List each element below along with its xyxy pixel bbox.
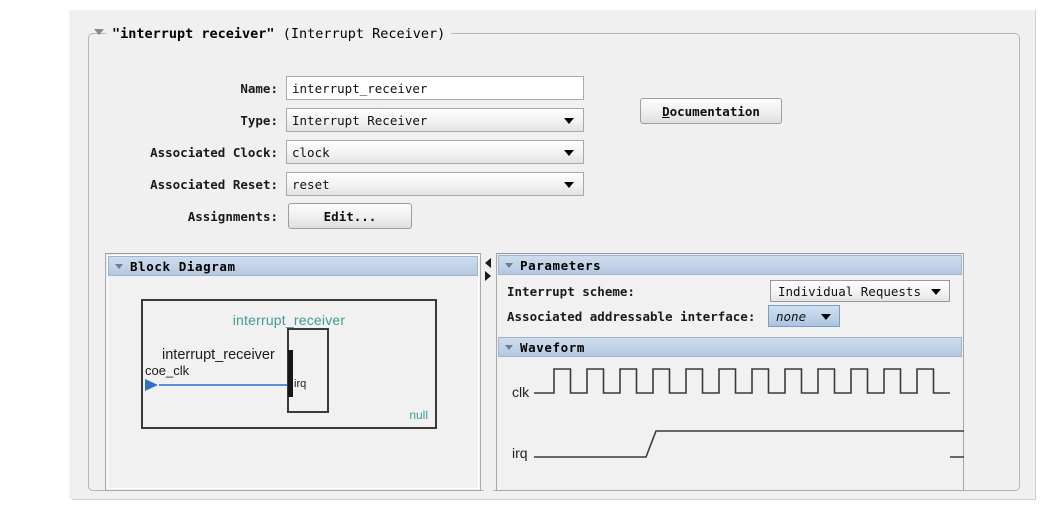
- properties-form: Name: interrupt_receiver Type: Interrupt…: [72, 72, 1035, 232]
- triangle-down-icon: [115, 263, 123, 269]
- interrupt-scheme-value: Individual Requests: [778, 283, 921, 299]
- block-diagram-wire: [159, 384, 289, 386]
- parameter-row-addressable-interface: Associated addressable interface: none: [498, 304, 962, 329]
- chevron-down-icon: [564, 182, 574, 188]
- waveform-trace-irq: [534, 430, 964, 458]
- chevron-down-icon: [821, 314, 831, 320]
- pane-splitter[interactable]: [484, 253, 493, 491]
- block-diagram-module-box: interrupt_receiver interrupt_receiver co…: [141, 299, 437, 429]
- name-input[interactable]: interrupt_receiver: [286, 76, 584, 100]
- waveform-header-label: Waveform: [520, 339, 586, 355]
- waveform-traces: [534, 368, 964, 458]
- triangle-down-icon: [505, 344, 513, 350]
- parameters-header-label: Parameters: [520, 257, 602, 273]
- form-row-type: Type: Interrupt Receiver: [72, 104, 1035, 136]
- block-diagram-port-edge: [288, 350, 293, 397]
- block-diagram-pane-inner: Block Diagram interrupt_receiver interru…: [107, 255, 479, 489]
- associated-reset-dropdown[interactable]: reset: [286, 172, 584, 196]
- chevron-down-icon: [564, 150, 574, 156]
- page-title: "interrupt receiver" (Interrupt Receiver…: [106, 24, 452, 44]
- block-diagram-input-arrow-icon: [145, 379, 158, 391]
- block-diagram-section-header[interactable]: Block Diagram: [108, 256, 478, 276]
- addressable-interface-dropdown[interactable]: none: [768, 305, 840, 327]
- name-label: Name:: [240, 80, 278, 96]
- component-editor-panel: "interrupt receiver" (Interrupt Receiver…: [68, 10, 1036, 501]
- splitter-collapse-right-icon[interactable]: [485, 271, 491, 281]
- parameters-waveform-pane: Parameters Interrupt scheme: Individual …: [496, 253, 964, 491]
- group-collapse-triangle-icon[interactable]: [94, 29, 105, 40]
- form-row-name: Name: interrupt_receiver: [72, 72, 1035, 104]
- parameters-section-header[interactable]: Parameters: [498, 255, 962, 275]
- type-dropdown[interactable]: Interrupt Receiver: [286, 108, 584, 132]
- interrupt-scheme-label: Interrupt scheme:: [507, 284, 635, 299]
- block-diagram-header-label: Block Diagram: [130, 258, 236, 274]
- associated-clock-dropdown[interactable]: clock: [286, 140, 584, 164]
- associated-clock-value: clock: [292, 144, 330, 160]
- app-root: "interrupt receiver" (Interrupt Receiver…: [0, 0, 1056, 521]
- block-diagram-canvas[interactable]: interrupt_receiver interrupt_receiver co…: [109, 278, 477, 487]
- assignments-label: Assignments:: [187, 208, 278, 224]
- block-diagram-footer-note: null: [409, 408, 428, 422]
- form-row-assignments: Assignments: Edit...: [72, 200, 1035, 232]
- group-title-type: (Interrupt Receiver): [282, 26, 446, 42]
- block-diagram-port-label: coe_clk: [145, 363, 190, 378]
- form-row-associated-clock: Associated Clock: clock: [72, 136, 1035, 168]
- associated-clock-label: Associated Clock:: [150, 144, 278, 160]
- block-diagram-interface-box: irq: [287, 328, 329, 413]
- bottom-split-area: Block Diagram interrupt_receiver interru…: [88, 253, 1020, 501]
- parameters-waveform-inner: Parameters Interrupt scheme: Individual …: [498, 255, 964, 489]
- type-label: Type:: [240, 112, 278, 128]
- chevron-down-icon: [931, 289, 941, 295]
- waveform-canvas: clk irq: [498, 357, 964, 477]
- edit-assignments-button[interactable]: Edit...: [288, 203, 412, 229]
- block-diagram-irq-label: irq: [294, 378, 307, 390]
- interrupt-scheme-dropdown[interactable]: Individual Requests: [770, 280, 950, 302]
- type-dropdown-value: Interrupt Receiver: [292, 112, 428, 128]
- associated-reset-label: Associated Reset:: [150, 176, 278, 192]
- block-diagram-pane: Block Diagram interrupt_receiver interru…: [105, 253, 481, 491]
- addressable-interface-value: none: [776, 308, 807, 324]
- waveform-section-header[interactable]: Waveform: [498, 337, 962, 357]
- parameters-rows: Interrupt scheme: Individual Requests As…: [498, 275, 962, 329]
- chevron-down-icon: [564, 118, 574, 124]
- waveform-trace-clk: [534, 368, 950, 394]
- block-diagram-module-name: interrupt_receiver: [232, 312, 346, 328]
- triangle-down-icon: [505, 262, 513, 268]
- splitter-collapse-left-icon[interactable]: [485, 258, 491, 268]
- associated-reset-value: reset: [292, 176, 330, 192]
- form-row-associated-reset: Associated Reset: reset: [72, 168, 1035, 200]
- group-title-instance: "interrupt receiver": [112, 26, 275, 42]
- parameter-row-interrupt-scheme: Interrupt scheme: Individual Requests: [498, 279, 962, 304]
- block-diagram-instance-label: interrupt_receiver: [162, 347, 275, 363]
- addressable-interface-label: Associated addressable interface:: [507, 309, 756, 324]
